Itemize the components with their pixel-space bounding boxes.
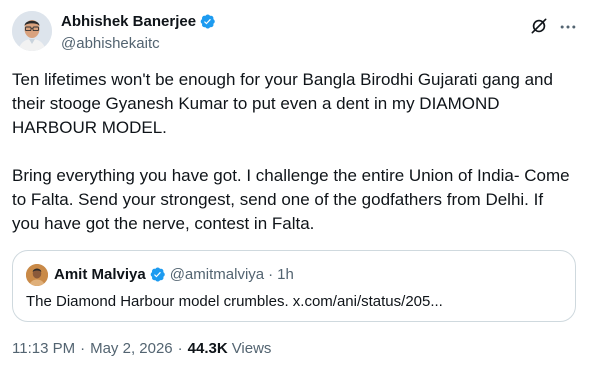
author-avatar[interactable]: [12, 11, 52, 51]
grok-icon[interactable]: [529, 16, 549, 36]
views-label: Views: [231, 340, 272, 357]
separator-dot: ·: [177, 340, 183, 357]
author-name-row: Abhishek Banerjee: [61, 13, 216, 30]
tweet-card: Abhishek Banerjee @abhishekaitc Ten life…: [0, 0, 595, 370]
author-handle[interactable]: @abhishekaitc: [61, 35, 160, 52]
quoted-author-name[interactable]: Amit Malviya: [54, 266, 146, 283]
separator-dot: ·: [268, 266, 274, 283]
quoted-tweet-time[interactable]: 1h: [277, 266, 294, 283]
quoted-tweet-header: Amit Malviya @amitmalviya · 1h: [54, 266, 294, 283]
tweet-date[interactable]: May 2, 2026: [90, 340, 173, 357]
verified-badge-icon: [200, 14, 215, 29]
tweet-time[interactable]: 11:13 PM: [12, 340, 75, 357]
author-display-name[interactable]: Abhishek Banerjee: [61, 13, 196, 30]
quoted-tweet[interactable]: Amit Malviya @amitmalviya · 1h The Diamo…: [12, 250, 576, 322]
quoted-author-avatar[interactable]: [26, 264, 48, 286]
views-count[interactable]: 44.3K: [188, 340, 228, 357]
verified-badge-icon: [150, 267, 165, 282]
tweet-meta: 11:13 PM · May 2, 2026 · 44.3K Views: [12, 340, 271, 357]
tweet-paragraph: Bring everything you have got. I challen…: [12, 166, 570, 233]
quoted-tweet-text: The Diamond Harbour model crumbles. x.co…: [26, 293, 443, 310]
separator-dot: ·: [80, 340, 86, 357]
more-options-icon[interactable]: [558, 17, 578, 37]
tweet-text: Ten lifetimes won't be enough for your B…: [12, 68, 572, 236]
quoted-author-handle: @amitmalviya: [169, 266, 265, 283]
tweet-paragraph: Ten lifetimes won't be enough for your B…: [12, 70, 553, 137]
